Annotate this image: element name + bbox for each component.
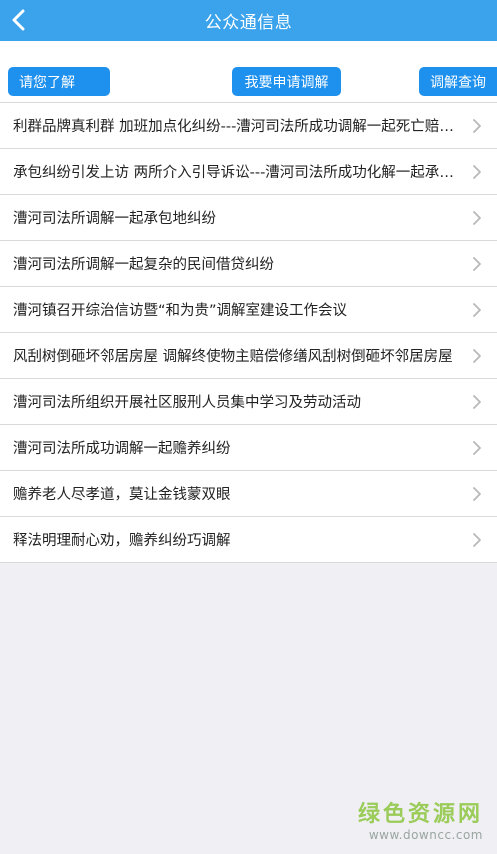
list-item[interactable]: 漕河镇召开综治信访暨“和为贵”调解室建设工作会议: [0, 287, 497, 333]
list-item[interactable]: 承包纠纷引发上访 两所介入引导诉讼---漕河司法所成功化解一起承包纠纷: [0, 149, 497, 195]
news-list: 利群品牌真利群 加班加点化纠纷---漕河司法所成功调解一起死亡赔偿纠纷 承包纠纷引…: [0, 102, 497, 563]
list-item-title: 漕河镇召开综治信访暨“和为贵”调解室建设工作会议: [13, 303, 348, 319]
list-item[interactable]: 漕河司法所成功调解一起赡养纠纷: [0, 425, 497, 471]
list-item-title: 风刮树倒砸坏邻居房屋 调解终使物主赔偿修缮风刮树倒砸坏邻居房屋: [13, 349, 453, 365]
watermark-url: www.downcc.com: [368, 828, 483, 842]
back-button[interactable]: [4, 5, 34, 35]
watermark: 绿色资源网 www.downcc.com: [358, 796, 483, 842]
list-item[interactable]: 赡养老人尽孝道，莫让金钱蒙双眼: [0, 471, 497, 517]
action-bar: 请您了解 我要申请调解 调解查询: [0, 41, 497, 102]
chevron-right-icon: [473, 211, 481, 225]
chevron-right-icon: [473, 533, 481, 547]
list-item-title: 漕河司法所组织开展社区服刑人员集中学习及劳动活动: [13, 395, 361, 411]
list-item[interactable]: 利群品牌真利群 加班加点化纠纷---漕河司法所成功调解一起死亡赔偿纠纷: [0, 103, 497, 149]
chevron-right-icon: [473, 441, 481, 455]
chevron-left-icon: [12, 9, 25, 31]
watermark-name: 绿色资源网: [357, 802, 483, 827]
learn-more-button[interactable]: 请您了解: [8, 67, 110, 96]
chevron-right-icon: [473, 257, 481, 271]
chevron-right-icon: [473, 165, 481, 179]
chevron-right-icon: [473, 303, 481, 317]
chevron-right-icon: [473, 119, 481, 133]
list-item-title: 漕河司法所调解一起复杂的民间借贷纠纷: [13, 257, 274, 273]
list-item-title: 漕河司法所成功调解一起赡养纠纷: [13, 441, 231, 457]
header-bar: 公众通信息: [0, 0, 497, 41]
list-item[interactable]: 漕河司法所调解一起承包地纠纷: [0, 195, 497, 241]
list-item-title: 赡养老人尽孝道，莫让金钱蒙双眼: [13, 487, 231, 503]
list-item-title: 释法明理耐心劝，赡养纠纷巧调解: [13, 533, 231, 549]
chevron-right-icon: [473, 395, 481, 409]
list-item-title: 利群品牌真利群 加班加点化纠纷---漕河司法所成功调解一起死亡赔偿纠纷: [13, 119, 458, 135]
apply-mediation-button[interactable]: 我要申请调解: [232, 67, 341, 96]
list-item-title: 承包纠纷引发上访 两所介入引导诉讼---漕河司法所成功化解一起承包纠纷: [13, 165, 458, 181]
chevron-right-icon: [473, 349, 481, 363]
list-item[interactable]: 释法明理耐心劝，赡养纠纷巧调解: [0, 517, 497, 563]
list-item[interactable]: 漕河司法所调解一起复杂的民间借贷纠纷: [0, 241, 497, 287]
list-item-title: 漕河司法所调解一起承包地纠纷: [13, 211, 216, 227]
list-item[interactable]: 漕河司法所组织开展社区服刑人员集中学习及劳动活动: [0, 379, 497, 425]
list-item[interactable]: 风刮树倒砸坏邻居房屋 调解终使物主赔偿修缮风刮树倒砸坏邻居房屋: [0, 333, 497, 379]
page-title: 公众通信息: [204, 13, 293, 33]
mediation-query-button[interactable]: 调解查询: [419, 67, 497, 96]
chevron-right-icon: [473, 487, 481, 501]
